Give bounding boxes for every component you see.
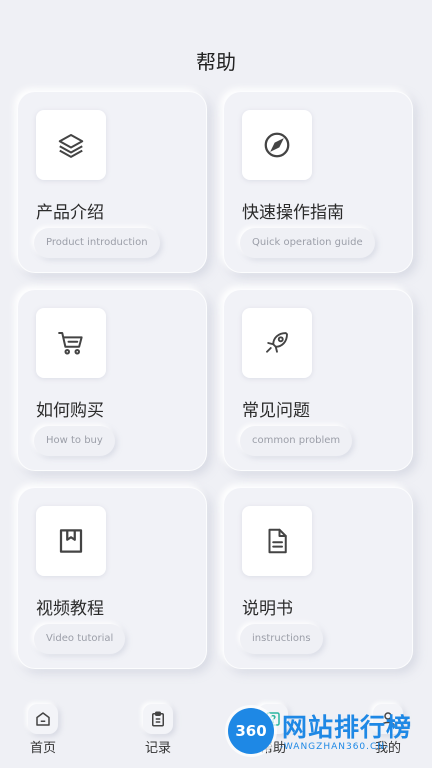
- card-instructions[interactable]: 说明书 instructions: [223, 487, 413, 669]
- clipboard-icon: [143, 704, 173, 734]
- rocket-icon: [266, 332, 288, 353]
- tab-help[interactable]: 帮助: [233, 696, 313, 756]
- tab-label: 首页: [29, 741, 56, 756]
- card-how-to-buy[interactable]: 如何购买 How to buy: [17, 289, 207, 471]
- help-card-grid: 产品介绍 Product introduction 快速操作指南 Quick o…: [17, 91, 413, 669]
- tab-label: 我的: [374, 741, 401, 756]
- layers-icon: [58, 134, 84, 158]
- card-icon-box: [36, 308, 106, 378]
- card-subtitle-pill: instructions: [240, 624, 323, 654]
- tab-records[interactable]: 记录: [118, 696, 198, 756]
- card-icon-box: [242, 110, 312, 180]
- bookmark-icon: [59, 529, 83, 553]
- bottom-tab-bar: 首页 记录 帮助 我的: [0, 696, 432, 768]
- card-title: 常见问题: [242, 401, 310, 421]
- card-product-introduction[interactable]: 产品介绍 Product introduction: [17, 91, 207, 273]
- card-title: 快速操作指南: [242, 203, 344, 223]
- card-title: 如何购买: [36, 401, 104, 421]
- tab-label: 记录: [144, 741, 171, 756]
- card-subtitle-pill: Video tutorial: [34, 624, 126, 654]
- card-icon-box: [36, 110, 106, 180]
- card-video-tutorial[interactable]: 视频教程 Video tutorial: [17, 487, 207, 669]
- page-title: 帮助: [196, 50, 236, 74]
- card-common-problem[interactable]: 常见问题 common problem: [223, 289, 413, 471]
- compass-icon: [264, 132, 290, 158]
- cart-icon: [58, 332, 83, 355]
- card-quick-guide[interactable]: 快速操作指南 Quick operation guide: [223, 91, 413, 273]
- card-icon-box: [242, 506, 312, 576]
- document-icon: [268, 528, 287, 554]
- card-subtitle-pill: How to buy: [34, 426, 115, 456]
- tab-label: 帮助: [259, 741, 286, 756]
- help-icon: [258, 704, 288, 734]
- user-icon: [373, 704, 403, 734]
- tab-home[interactable]: 首页: [3, 696, 83, 756]
- card-subtitle-pill: Quick operation guide: [240, 228, 375, 258]
- card-icon-box: [242, 308, 312, 378]
- card-icon-box: [36, 506, 106, 576]
- card-subtitle-pill: common problem: [240, 426, 353, 456]
- card-subtitle-pill: Product introduction: [34, 228, 160, 258]
- card-title: 视频教程: [36, 599, 104, 619]
- home-icon: [28, 704, 58, 734]
- card-title: 说明书: [242, 599, 293, 619]
- tab-mine[interactable]: 我的: [348, 696, 428, 756]
- card-title: 产品介绍: [36, 203, 104, 223]
